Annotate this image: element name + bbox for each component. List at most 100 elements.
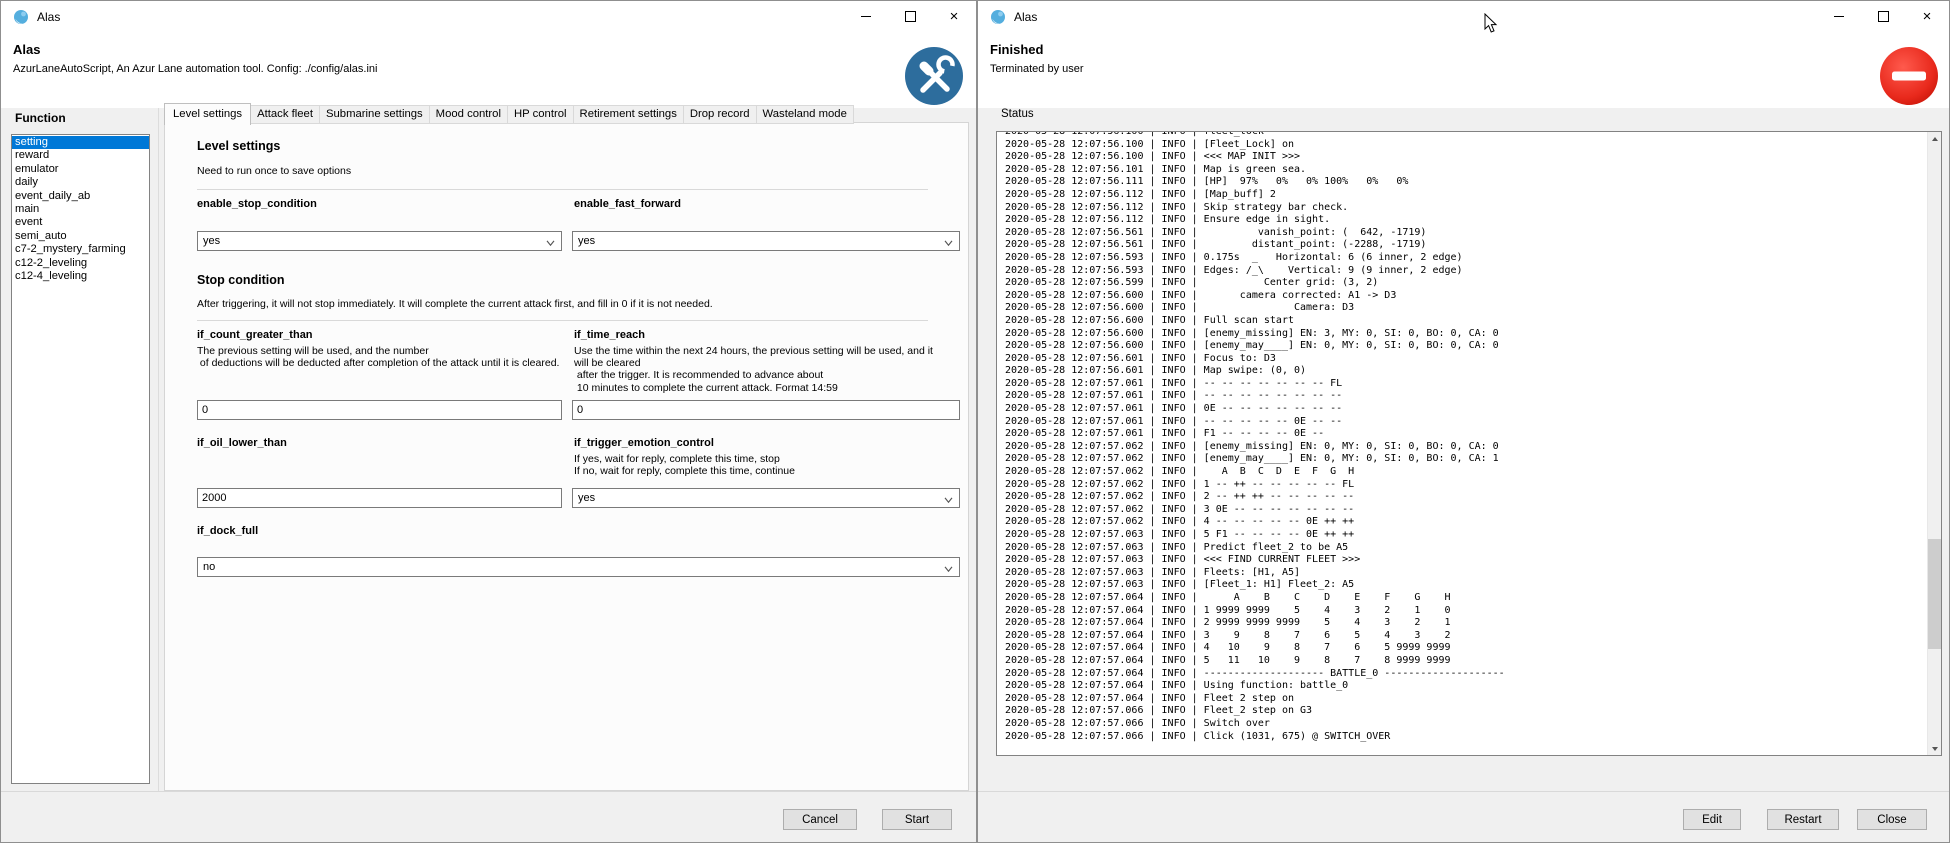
sidebar-item[interactable]: event_daily_ab xyxy=(12,190,149,203)
divider xyxy=(197,189,928,190)
log-line: 2020-05-28 12:07:57.063 | INFO | Predict… xyxy=(1005,542,1925,555)
log-line: 2020-05-28 12:07:57.064 | INFO | A B C D… xyxy=(1005,592,1925,605)
titlebar[interactable]: Alas × xyxy=(1,1,976,33)
sidebar-item[interactable]: setting xyxy=(12,136,149,149)
field-label-enable-fast-forward: enable_fast_forward xyxy=(574,198,681,210)
field-label-if-trigger-emotion-control: if_trigger_emotion_control xyxy=(574,437,714,449)
enable-fast-forward-select[interactable]: yes xyxy=(572,231,960,251)
log-line: 2020-05-28 12:07:57.064 | INFO | 3 9 8 7… xyxy=(1005,630,1925,643)
maximize-icon xyxy=(905,11,916,22)
log-line: 2020-05-28 12:07:56.111 | INFO | [HP] 97… xyxy=(1005,176,1925,189)
scrollbar-thumb[interactable] xyxy=(1928,539,1941,649)
maximize-button[interactable] xyxy=(888,1,932,31)
field-label-if-dock-full: if_dock_full xyxy=(197,525,258,537)
alas-logo-icon xyxy=(990,9,1006,25)
maximize-button[interactable] xyxy=(1861,1,1905,31)
log-line: 2020-05-28 12:07:57.063 | INFO | <<< FIN… xyxy=(1005,554,1925,567)
stop-sign-icon xyxy=(1879,46,1939,106)
field-desc-line: 10 minutes to complete the current attac… xyxy=(574,382,933,394)
status-title: Finished xyxy=(990,42,1043,57)
log-line: 2020-05-28 12:07:56.561 | INFO | vanish_… xyxy=(1005,227,1925,240)
tab[interactable]: Level settings xyxy=(164,103,251,125)
sidebar-item[interactable]: c12-2_leveling xyxy=(12,257,149,270)
log-line: 2020-05-28 12:07:56.100 | INFO | <<< MAP… xyxy=(1005,151,1925,164)
log-panel[interactable]: 2020-05-28 12:07:56.100 | INFO | fleet_l… xyxy=(996,131,1942,756)
log-line: 2020-05-28 12:07:57.061 | INFO | -- -- -… xyxy=(1005,390,1925,403)
log-line: 2020-05-28 12:07:57.064 | INFO | -------… xyxy=(1005,668,1925,681)
tab[interactable]: Drop record xyxy=(684,105,757,124)
sidebar-item[interactable]: event xyxy=(12,216,149,229)
if-trigger-emotion-control-select[interactable]: yes xyxy=(572,488,960,508)
sidebar-item[interactable]: c7-2_mystery_farming xyxy=(12,243,149,256)
tab[interactable]: HP control xyxy=(508,105,574,124)
scroll-down-button[interactable] xyxy=(1928,742,1941,755)
log-line: 2020-05-28 12:07:57.063 | INFO | 5 F1 --… xyxy=(1005,529,1925,542)
log-line: 2020-05-28 12:07:57.064 | INFO | 4 10 9 … xyxy=(1005,642,1925,655)
if-time-reach-input[interactable] xyxy=(572,400,960,420)
field-desc-line: If no, wait for reply, complete this tim… xyxy=(574,465,795,477)
field-label-enable-stop-condition: enable_stop_condition xyxy=(197,198,317,210)
if-oil-lower-than-input[interactable] xyxy=(197,488,562,508)
scroll-up-button[interactable] xyxy=(1928,132,1941,145)
close-button[interactable]: × xyxy=(1905,1,1949,31)
log-line: 2020-05-28 12:07:57.064 | INFO | 1 9999 … xyxy=(1005,605,1925,618)
log-line: 2020-05-28 12:07:56.100 | INFO | fleet_l… xyxy=(1005,131,1925,139)
log-line: 2020-05-28 12:07:56.593 | INFO | 0.175s … xyxy=(1005,252,1925,265)
tab[interactable]: Attack fleet xyxy=(251,105,320,124)
footer-divider xyxy=(978,791,1949,792)
level-settings-panel: Level settings Need to run once to save … xyxy=(164,122,969,791)
sidebar-item[interactable]: c12-4_leveling xyxy=(12,270,149,283)
minimize-icon xyxy=(861,16,871,17)
log-line: 2020-05-28 12:07:57.062 | INFO | 4 -- --… xyxy=(1005,516,1925,529)
triangle-up-icon xyxy=(1932,137,1938,141)
alas-logo-icon xyxy=(13,9,29,25)
log-line: 2020-05-28 12:07:56.600 | INFO | camera … xyxy=(1005,290,1925,303)
restart-button[interactable]: Restart xyxy=(1767,809,1839,830)
minimize-button[interactable] xyxy=(1817,1,1861,31)
chevron-down-icon xyxy=(944,238,953,245)
start-button[interactable]: Start xyxy=(882,809,952,830)
sidebar-item[interactable]: reward xyxy=(12,149,149,162)
sidebar-item[interactable]: main xyxy=(12,203,149,216)
tab[interactable]: Wasteland mode xyxy=(757,105,854,124)
sidebar-item[interactable]: semi_auto xyxy=(12,230,149,243)
close-button[interactable]: × xyxy=(932,1,976,31)
log-line: 2020-05-28 12:07:57.063 | INFO | Fleets:… xyxy=(1005,567,1925,580)
if-dock-full-select[interactable]: no xyxy=(197,557,960,577)
field-desc-line: The previous setting will be used, and t… xyxy=(197,345,559,357)
select-value: yes xyxy=(578,235,595,247)
tab[interactable]: Retirement settings xyxy=(574,105,684,124)
edit-button[interactable]: Edit xyxy=(1683,809,1741,830)
log-line: 2020-05-28 12:07:57.063 | INFO | [Fleet_… xyxy=(1005,579,1925,592)
page-subtitle: AzurLaneAutoScript, An Azur Lane automat… xyxy=(13,63,377,75)
field-desc-line: after the trigger. It is recommended to … xyxy=(574,369,933,381)
log-line: 2020-05-28 12:07:57.062 | INFO | 3 0E --… xyxy=(1005,504,1925,517)
settings-wrench-icon xyxy=(904,46,964,106)
log-line: 2020-05-28 12:07:56.600 | INFO | Full sc… xyxy=(1005,315,1925,328)
sidebar-item[interactable]: emulator xyxy=(12,163,149,176)
triangle-down-icon xyxy=(1932,747,1938,751)
log-output: 2020-05-28 12:07:56.100 | INFO | fleet_l… xyxy=(1005,131,1925,743)
tab[interactable]: Submarine settings xyxy=(320,105,430,124)
enable-stop-condition-select[interactable]: yes xyxy=(197,231,562,251)
chevron-down-icon xyxy=(944,495,953,502)
field-desc-line: of deductions will be deducted after com… xyxy=(197,357,559,369)
select-value: no xyxy=(203,561,215,573)
close-window-button[interactable]: Close xyxy=(1857,809,1927,830)
select-value: yes xyxy=(578,492,595,504)
log-line: 2020-05-28 12:07:57.064 | INFO | Using f… xyxy=(1005,680,1925,693)
log-scrollbar[interactable] xyxy=(1927,132,1941,755)
log-line: 2020-05-28 12:07:56.100 | INFO | [Fleet_… xyxy=(1005,139,1925,152)
minimize-button[interactable] xyxy=(844,1,888,31)
log-line: 2020-05-28 12:07:56.561 | INFO | distant… xyxy=(1005,239,1925,252)
minimize-icon xyxy=(1834,16,1844,17)
status-label: Status xyxy=(1001,108,1034,120)
cancel-button[interactable]: Cancel xyxy=(783,809,857,830)
footer-divider xyxy=(1,791,976,792)
log-line: 2020-05-28 12:07:57.062 | INFO | A B C D… xyxy=(1005,466,1925,479)
chevron-down-icon xyxy=(546,238,555,245)
tab[interactable]: Mood control xyxy=(430,105,508,124)
sidebar-item[interactable]: daily xyxy=(12,176,149,189)
if-count-greater-than-input[interactable] xyxy=(197,400,562,420)
titlebar[interactable]: Alas × xyxy=(978,1,1949,33)
